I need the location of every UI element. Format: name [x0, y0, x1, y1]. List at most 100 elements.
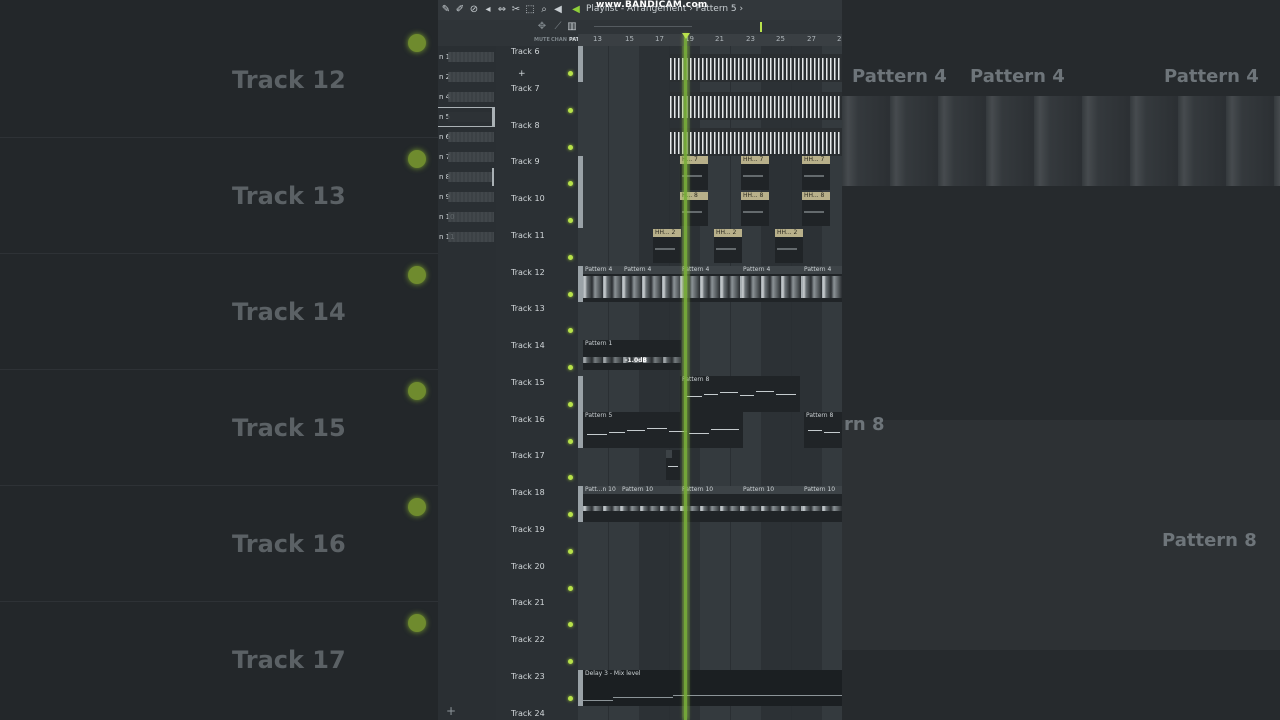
track-mute-led-icon[interactable] — [568, 512, 573, 517]
piano-icon[interactable]: ▥ — [566, 21, 578, 33]
lane-handle[interactable] — [578, 192, 583, 228]
track-header[interactable]: Track 16 — [508, 412, 578, 448]
track-mute-led-icon[interactable] — [568, 71, 573, 76]
picker-item[interactable]: n 4 — [438, 88, 494, 106]
select-icon[interactable]: ⬚ — [524, 4, 536, 16]
clip-automation[interactable]: Delay 3 - Mix level — [583, 670, 842, 706]
track-header[interactable]: Track 11 — [508, 228, 578, 264]
track-header[interactable]: Track 18 — [508, 485, 578, 521]
clip-pattern-4[interactable]: Pattern 4 — [583, 266, 622, 302]
track-mute-led-icon[interactable] — [568, 586, 573, 591]
track-mute-led-icon[interactable] — [568, 402, 573, 407]
track-mute-led-icon[interactable] — [568, 181, 573, 186]
picker-item[interactable]: n 10 — [438, 208, 494, 226]
track-header[interactable]: Track 8 — [508, 118, 578, 154]
track-header[interactable]: Track 6 — [508, 44, 578, 80]
clip-short-pattern[interactable] — [666, 450, 680, 480]
zoom-icon[interactable]: ⌕ — [538, 4, 550, 16]
clip-hh2[interactable]: HH... 2 — [775, 229, 803, 263]
track-mute-led-icon[interactable] — [568, 255, 573, 260]
lane-handle[interactable] — [578, 376, 583, 412]
track-mute-led-icon[interactable] — [568, 622, 573, 627]
playlist-grid[interactable]: H... 7 HH... 7 HH... 7 H... 8 HH... 8 HH… — [578, 46, 842, 720]
picker-item[interactable]: n 1 — [438, 48, 494, 66]
clip-pattern-10[interactable]: Pattern 10 — [802, 486, 842, 522]
clip-hh8[interactable]: HH... 8 — [741, 192, 769, 226]
playback-icon[interactable]: ◀ — [552, 4, 564, 16]
timeline-ruler[interactable]: 13 15 17 19 21 23 25 27 2 — [578, 34, 842, 46]
slip-icon[interactable]: ⇔ — [496, 4, 508, 16]
delete-icon[interactable]: ⊘ — [468, 4, 480, 16]
track-header[interactable]: Track 23 — [508, 669, 578, 705]
track-header[interactable]: Track 7 — [508, 81, 578, 117]
snap-icon[interactable]: ✥ — [536, 21, 548, 33]
clip-pattern-10[interactable]: Pattern 10 — [620, 486, 680, 522]
picker-preview — [448, 52, 494, 62]
stamp-icon[interactable]: ⟋ — [552, 21, 564, 33]
track-mute-led-icon[interactable] — [568, 365, 573, 370]
clip-pattern-8[interactable]: Pattern 8 — [804, 412, 842, 448]
clip-pattern-4[interactable]: Pattern 4 — [622, 266, 680, 302]
clip-pattern-10[interactable]: Patt...n 10 — [583, 486, 620, 522]
playhead-marker-icon[interactable] — [682, 33, 690, 39]
clip-hihat-roll[interactable] — [670, 54, 842, 82]
track-header[interactable]: Track 20 — [508, 559, 578, 595]
speaker-icon[interactable]: ◀ — [570, 4, 582, 16]
clip-hh7[interactable]: HH... 7 — [802, 156, 830, 190]
pencil-icon[interactable]: ✎ — [440, 4, 452, 16]
clip-pattern-10[interactable]: Pattern 10 — [741, 486, 802, 522]
track-mute-led-icon[interactable] — [568, 108, 573, 113]
track-mute-led-icon[interactable] — [568, 696, 573, 701]
track-header[interactable]: Track 19 — [508, 522, 578, 558]
track-header[interactable]: Track 24 — [508, 706, 578, 720]
track-mute-led-icon[interactable] — [568, 218, 573, 223]
picker-item[interactable]: n 2 — [438, 68, 494, 86]
overview-strip[interactable] — [594, 26, 692, 27]
track-header[interactable]: Track 21 — [508, 595, 578, 631]
clip-pattern-4[interactable]: Pattern 4 — [741, 266, 802, 302]
clip-hihat-roll[interactable] — [670, 92, 842, 120]
clip-hh7[interactable]: HH... 7 — [741, 156, 769, 190]
clip-pattern-8[interactable]: Pattern 8 — [680, 376, 800, 412]
track-mute-led-icon[interactable] — [568, 328, 573, 333]
playhead[interactable] — [684, 34, 687, 720]
picker-add-button[interactable]: + — [446, 704, 456, 718]
track-name: Track 23 — [511, 672, 545, 681]
track-mute-led-icon[interactable] — [568, 439, 573, 444]
track-header[interactable]: Track 15 — [508, 375, 578, 411]
paint-icon[interactable]: ✐ — [454, 4, 466, 16]
track-header[interactable]: Track 14 — [508, 338, 578, 374]
lane-handle[interactable] — [578, 156, 583, 192]
picker-item[interactable]: n 6 — [438, 128, 494, 146]
picker-item[interactable]: n 11 — [438, 228, 494, 246]
track-header[interactable]: Track 13 — [508, 301, 578, 337]
clip-hihat-roll[interactable] — [670, 128, 842, 156]
overview-marker[interactable] — [760, 22, 762, 32]
clip-title: HH... 7 — [802, 156, 830, 164]
track-header[interactable]: Track 17 — [508, 448, 578, 484]
track-mute-led-icon[interactable] — [568, 292, 573, 297]
track-mute-led-icon[interactable] — [568, 659, 573, 664]
clip-hh2[interactable]: HH... 2 — [653, 229, 681, 263]
track-mute-led-icon[interactable] — [568, 549, 573, 554]
slice-icon[interactable]: ✂ — [510, 4, 522, 16]
clip-pattern-1[interactable]: Pattern 1 -1.0dB — [583, 340, 681, 370]
clip-pattern-5[interactable]: Pattern 5 — [583, 412, 743, 448]
clip-waveform — [804, 170, 824, 182]
picker-item[interactable]: n 8 — [438, 168, 494, 186]
picker-item[interactable]: n 9 — [438, 188, 494, 206]
picker-item-selected[interactable]: n 5 — [438, 107, 495, 127]
track-header[interactable]: Track 22 — [508, 632, 578, 668]
clip-hh2[interactable]: HH... 2 — [714, 229, 742, 263]
mute-icon[interactable]: ◂ — [482, 4, 494, 16]
picker-item[interactable]: n 7 — [438, 148, 494, 166]
lane-handle[interactable] — [578, 46, 583, 82]
clip-pattern-4[interactable]: Pattern 4 — [802, 266, 842, 302]
track-name: Track 13 — [511, 304, 545, 313]
track-header[interactable]: Track 10 — [508, 191, 578, 227]
track-mute-led-icon[interactable] — [568, 475, 573, 480]
clip-hh8[interactable]: HH... 8 — [802, 192, 830, 226]
track-mute-led-icon[interactable] — [568, 145, 573, 150]
track-header[interactable]: Track 12 — [508, 265, 578, 301]
track-header[interactable]: Track 9 — [508, 154, 578, 190]
